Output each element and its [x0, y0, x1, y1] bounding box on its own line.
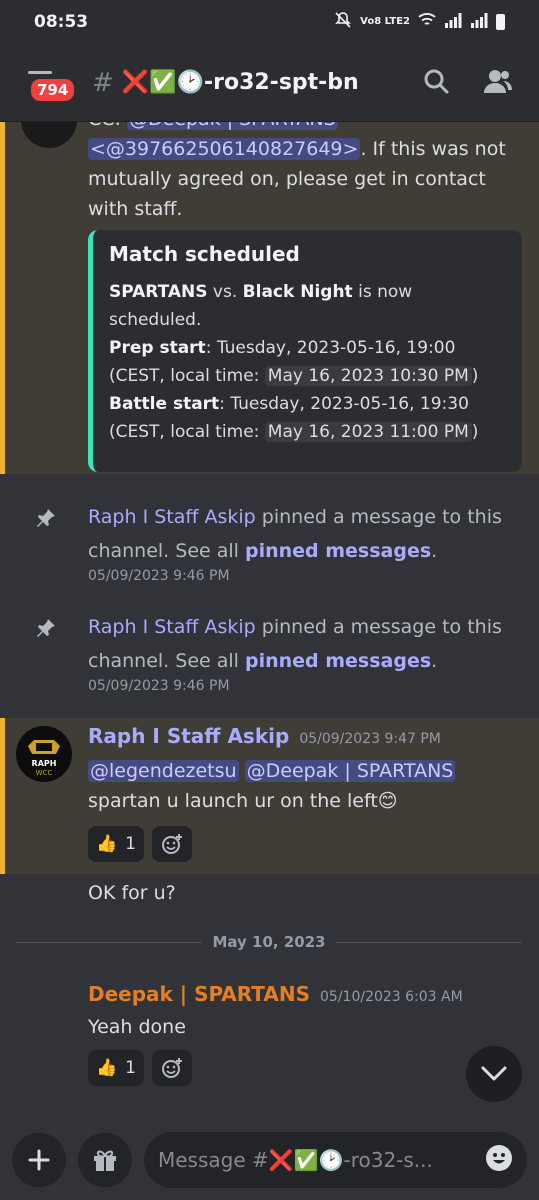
mute-icon — [334, 11, 352, 33]
signal-icon-2 — [470, 12, 488, 32]
attach-button[interactable] — [12, 1133, 66, 1187]
date-label: May 10, 2023 — [212, 933, 326, 951]
deepak-message: Deepak | SPARTANS 05/10/2023 6:03 AM Yeah… — [0, 978, 539, 1098]
avatar[interactable]: RAPH WCC — [16, 726, 72, 782]
close-paren: ) — [471, 366, 479, 386]
team1: SPARTANS — [109, 282, 208, 302]
pin-icon — [36, 618, 56, 638]
pin-end: . — [431, 540, 438, 562]
embed-title: Match scheduled — [109, 242, 300, 266]
followup-message: OK for u? — [88, 882, 176, 904]
message-composer: Message #❌✅🕑-ro32-s... — [0, 1120, 539, 1200]
author-name[interactable]: Raph I Staff Askip — [88, 724, 289, 748]
members-icon[interactable] — [483, 68, 513, 98]
thumbs-up-emoji: 👍 — [96, 834, 118, 854]
avatar — [21, 122, 77, 148]
clock: 08:53 — [34, 12, 89, 32]
battle-label: Battle start — [109, 394, 220, 414]
message-content: @legendezetsu @Deepak | SPARTANS spartan… — [88, 756, 518, 816]
menu-button[interactable]: 794 — [24, 63, 78, 104]
system-pin-message: Raph I Staff Askip pinned a message to t… — [0, 500, 539, 590]
status-icons: Vo8 LTE2 — [334, 11, 505, 33]
date-divider: May 10, 2023 — [16, 930, 523, 954]
prep-label: Prep start — [109, 338, 206, 358]
raph-message: RAPH WCC Raph I Staff Askip 05/09/2023 9:… — [0, 718, 539, 874]
smile-emoji: 😊 — [377, 790, 398, 812]
match-embed: Match scheduled SPARTANS vs. Black Night… — [88, 230, 522, 472]
add-reaction-button[interactable] — [152, 826, 192, 862]
user-id-mention[interactable]: <@397662506140827649> — [88, 138, 361, 160]
message-time: 05/10/2023 6:03 AM — [320, 989, 463, 1005]
emoji-picker-icon[interactable] — [485, 1144, 513, 1177]
wifi-icon — [418, 12, 436, 32]
close-paren: ) — [471, 422, 479, 442]
avatar-label: RAPH — [32, 759, 57, 768]
channel-header: 794 # ❌✅🕑-ro32-spt-bn — [0, 44, 539, 122]
search-icon[interactable] — [423, 68, 449, 98]
user-mention[interactable]: @Deepak | SPARTANS — [126, 122, 338, 130]
scroll-to-bottom-button[interactable] — [466, 1046, 522, 1102]
avatar-sub: WCC — [36, 769, 53, 777]
channel-name[interactable]: ❌✅🕑-ro32-spt-bn — [122, 70, 359, 95]
message-content: Yeah done — [88, 1016, 186, 1038]
add-reaction-icon — [162, 834, 182, 854]
system-pin-message: Raph I Staff Askip pinned a message to t… — [0, 610, 539, 700]
reaction-thumbs-up[interactable]: 👍 1 — [88, 1050, 144, 1086]
message-input[interactable]: Message #❌✅🕑-ro32-s... — [144, 1132, 527, 1188]
header-actions — [423, 68, 513, 98]
gift-button[interactable] — [78, 1133, 132, 1187]
user-mention[interactable]: @Deepak | SPARTANS — [244, 760, 456, 782]
add-reaction-button[interactable] — [152, 1050, 192, 1086]
pin-text: Raph I Staff Askip pinned a message to t… — [88, 610, 508, 678]
message-content: CC: @Deepak | SPARTANS <@397662506140827… — [88, 122, 518, 224]
reaction-thumbs-up[interactable]: 👍 1 — [88, 826, 144, 862]
pin-author[interactable]: Raph I Staff Askip — [88, 616, 256, 638]
message-header: Raph I Staff Askip 05/09/2023 9:47 PM — [88, 724, 441, 748]
battle-local-time[interactable]: May 16, 2023 11:00 PM — [264, 422, 472, 442]
pin-author[interactable]: Raph I Staff Askip — [88, 506, 256, 528]
user-mention[interactable]: @legendezetsu — [88, 760, 239, 782]
divider-line — [335, 941, 523, 943]
plus-icon — [28, 1149, 50, 1171]
unread-badge: 794 — [28, 75, 78, 104]
channel-hash-icon: # — [92, 67, 114, 98]
thumbs-up-emoji: 👍 — [96, 1058, 118, 1078]
reaction-count: 1 — [125, 834, 136, 854]
bot-message-highlighted: CC: @Deepak | SPARTANS <@397662506140827… — [0, 122, 539, 474]
embed-body: SPARTANS vs. Black Night is now schedule… — [109, 278, 506, 446]
pin-time: 05/09/2023 9:46 PM — [88, 568, 230, 584]
message-header: Deepak | SPARTANS 05/10/2023 6:03 AM — [88, 982, 463, 1006]
menu-icon — [28, 70, 52, 74]
vs-text: vs. — [207, 282, 243, 302]
network-type: Vo8 LTE2 — [360, 16, 410, 27]
pinned-messages-link[interactable]: pinned messages — [245, 540, 431, 562]
message-time: 05/09/2023 9:47 PM — [299, 731, 441, 747]
message-input-placeholder: Message #❌✅🕑-ro32-s... — [158, 1148, 433, 1172]
status-bar: 08:53 Vo8 LTE2 — [0, 0, 539, 44]
message-list[interactable]: CC: @Deepak | SPARTANS <@397662506140827… — [0, 122, 539, 1120]
divider-line — [16, 941, 203, 943]
chevron-down-icon — [481, 1066, 507, 1081]
prep-local-time[interactable]: May 16, 2023 10:30 PM — [264, 366, 472, 386]
reaction-count: 1 — [125, 1058, 136, 1078]
author-name[interactable]: Deepak | SPARTANS — [88, 982, 310, 1006]
pinned-messages-link[interactable]: pinned messages — [245, 650, 431, 672]
cc-prefix: CC: — [88, 122, 127, 130]
pin-icon — [36, 508, 56, 528]
pin-end: . — [431, 650, 438, 672]
signal-icon — [444, 12, 462, 32]
add-reaction-icon — [162, 1058, 182, 1078]
message-text: spartan u launch ur on the left — [88, 790, 378, 812]
pin-time: 05/09/2023 9:46 PM — [88, 678, 230, 694]
battery-icon — [496, 14, 505, 30]
pin-text: Raph I Staff Askip pinned a message to t… — [88, 500, 508, 568]
team2: Black Night — [242, 282, 353, 302]
gift-icon — [94, 1150, 116, 1171]
